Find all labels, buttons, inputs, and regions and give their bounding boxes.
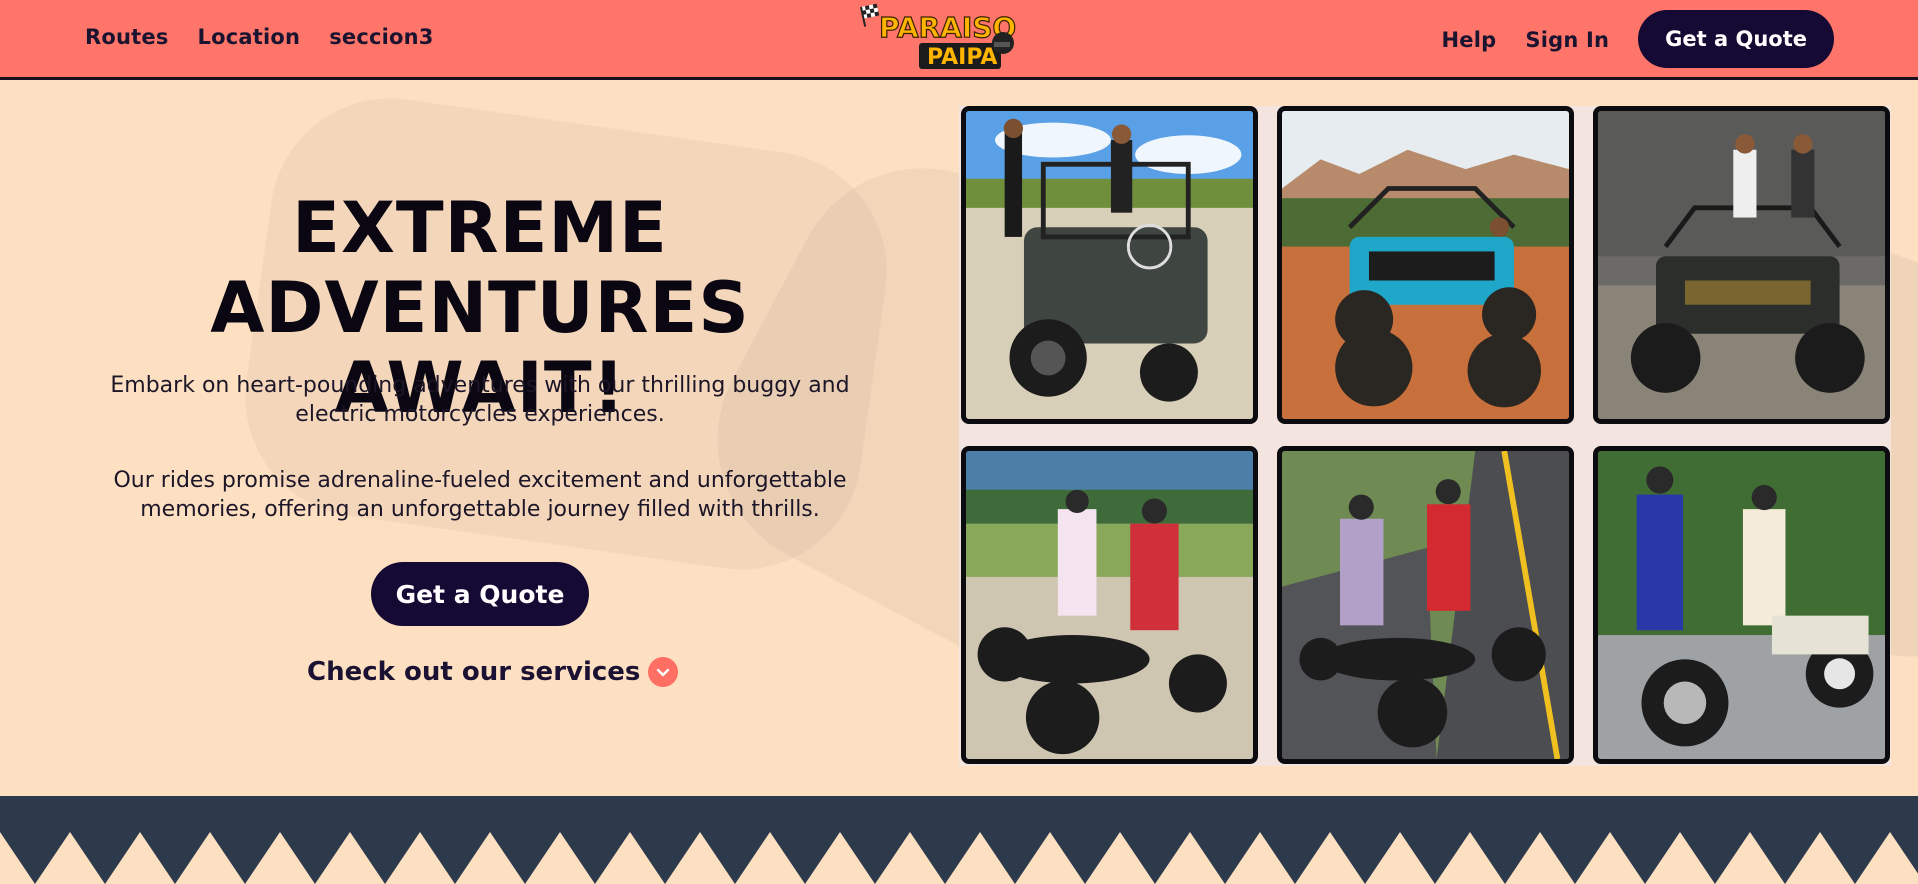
header-get-quote-button[interactable]: Get a Quote (1638, 10, 1834, 68)
chevron-down-icon (648, 657, 679, 687)
electric-scooter-photo[interactable] (1593, 446, 1890, 764)
jeep-photo[interactable] (961, 106, 1258, 424)
nav-link-sign-in[interactable]: Sign In (1525, 28, 1609, 52)
hero-title-line1: EXTREME (292, 187, 668, 269)
primary-nav: Routes Location seccion3 (85, 25, 434, 49)
site-header: Routes Location seccion3 PARAISO PAIPA H… (0, 0, 1918, 80)
paraiso-paipa-logo[interactable]: PARAISO PAIPA (857, 3, 1017, 71)
hero-paragraph: Our rides promise adrenaline-fueled exci… (113, 468, 847, 522)
nav-link-location[interactable]: Location (198, 25, 301, 49)
hero-paragraph: Embark on heart-pounding adventures with… (110, 373, 850, 427)
nav-link-seccion3[interactable]: seccion3 (329, 25, 433, 49)
hero-get-quote-button[interactable]: Get a Quote (371, 562, 589, 626)
services-link-label: Check out our services (307, 657, 641, 687)
buggy-photo[interactable] (1277, 106, 1574, 424)
zigzag-divider (0, 796, 1918, 884)
svg-text:PAIPA: PAIPA (927, 45, 997, 70)
electric-scooter-photo[interactable] (1277, 446, 1574, 764)
photo-gallery (959, 106, 1891, 766)
buggy-photo[interactable] (1593, 106, 1890, 424)
electric-scooter-photo[interactable] (961, 446, 1258, 764)
nav-link-routes[interactable]: Routes (85, 25, 169, 49)
nav-link-help[interactable]: Help (1442, 28, 1497, 52)
secondary-nav: Help Sign In Get a Quote (1442, 10, 1834, 68)
check-services-link[interactable]: Check out our services (307, 657, 679, 687)
